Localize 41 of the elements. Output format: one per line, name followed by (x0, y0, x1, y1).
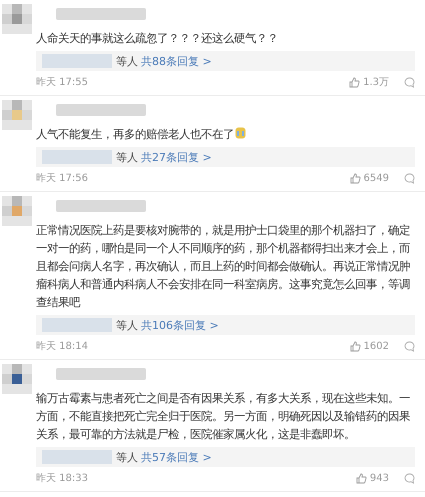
thumbs-up-icon[interactable] (350, 340, 361, 352)
like-count: 6549 (364, 172, 389, 184)
avatar-mosaic (2, 4, 32, 34)
reply-count-link[interactable]: 共27条回复 > (141, 150, 212, 164)
reply-preview[interactable]: 等人 共106条回复 > (36, 315, 415, 335)
avatar-mosaic (2, 364, 32, 394)
reply-suffix: 等人 (116, 150, 138, 164)
reply-suffix: 等人 (116, 450, 138, 464)
comment-icon[interactable] (404, 472, 415, 484)
thumbs-up-icon[interactable] (349, 76, 360, 88)
comment-time: 昨天 17:56 (36, 172, 88, 185)
comment-icon[interactable] (404, 340, 415, 352)
like-count: 1602 (364, 340, 389, 352)
emoji-icon (235, 127, 246, 139)
comment-time: 昨天 17:55 (36, 76, 88, 89)
reply-preview[interactable]: 等人 共88条回复 > (36, 51, 415, 71)
blurred-name (42, 150, 112, 164)
comment-icon[interactable] (404, 172, 415, 184)
avatar-mosaic (2, 100, 32, 130)
comment-time: 昨天 18:14 (36, 340, 88, 353)
thumbs-up-icon[interactable] (350, 172, 361, 184)
like-count: 943 (370, 472, 389, 484)
comment-time: 昨天 18:33 (36, 472, 88, 485)
reply-preview[interactable]: 等人 共57条回复 > (36, 447, 415, 467)
reply-suffix: 等人 (116, 54, 138, 68)
like-count: 1.3万 (363, 76, 389, 89)
comment-icon[interactable] (404, 76, 415, 88)
blurred-name (42, 318, 112, 332)
comment-text: 人气不能复生，再多的赔偿老人也不在了 (36, 126, 415, 144)
comment-text: 输万古霉素与患者死亡之间是否有因果关系，有多大关系，现在这些未知。一方面，不能直接把死亡完全归于医院。另一方面，明确死因以及输错药的因果关系，最可靠的方法就是尸检，医院催家属火化，这是非蠢即坏。 (36, 391, 411, 443)
blurred-name (42, 450, 112, 464)
reply-count-link[interactable]: 共106条回复 > (141, 318, 219, 332)
thumbs-up-icon[interactable] (356, 472, 367, 484)
reply-preview[interactable]: 等人 共27条回复 > (36, 147, 415, 167)
comment-text: 正常情况医院上药是要核对腕带的，就是用护士口袋里的那个机器扫了，确定一对一的药，哪怕是同一个人不同顺序的药，那个机器都得扫出来才会上，而且都会问病人名字，再次确认，而且上药的时间都会做确认。再说正常情况肿瘤科病人和普通内科病人不会安排在同一科室病房。这事究竟怎么回事，等调查结果吧 (36, 223, 411, 311)
blurred-name (42, 54, 112, 68)
reply-suffix: 等人 (116, 318, 138, 332)
reply-count-link[interactable]: 共57条回复 > (141, 450, 212, 464)
reply-count-link[interactable]: 共88条回复 > (141, 54, 212, 68)
comment-text: 人命关天的事就这么疏忽了？？？还这么硬气？？ (36, 31, 279, 47)
avatar-mosaic (2, 196, 32, 226)
